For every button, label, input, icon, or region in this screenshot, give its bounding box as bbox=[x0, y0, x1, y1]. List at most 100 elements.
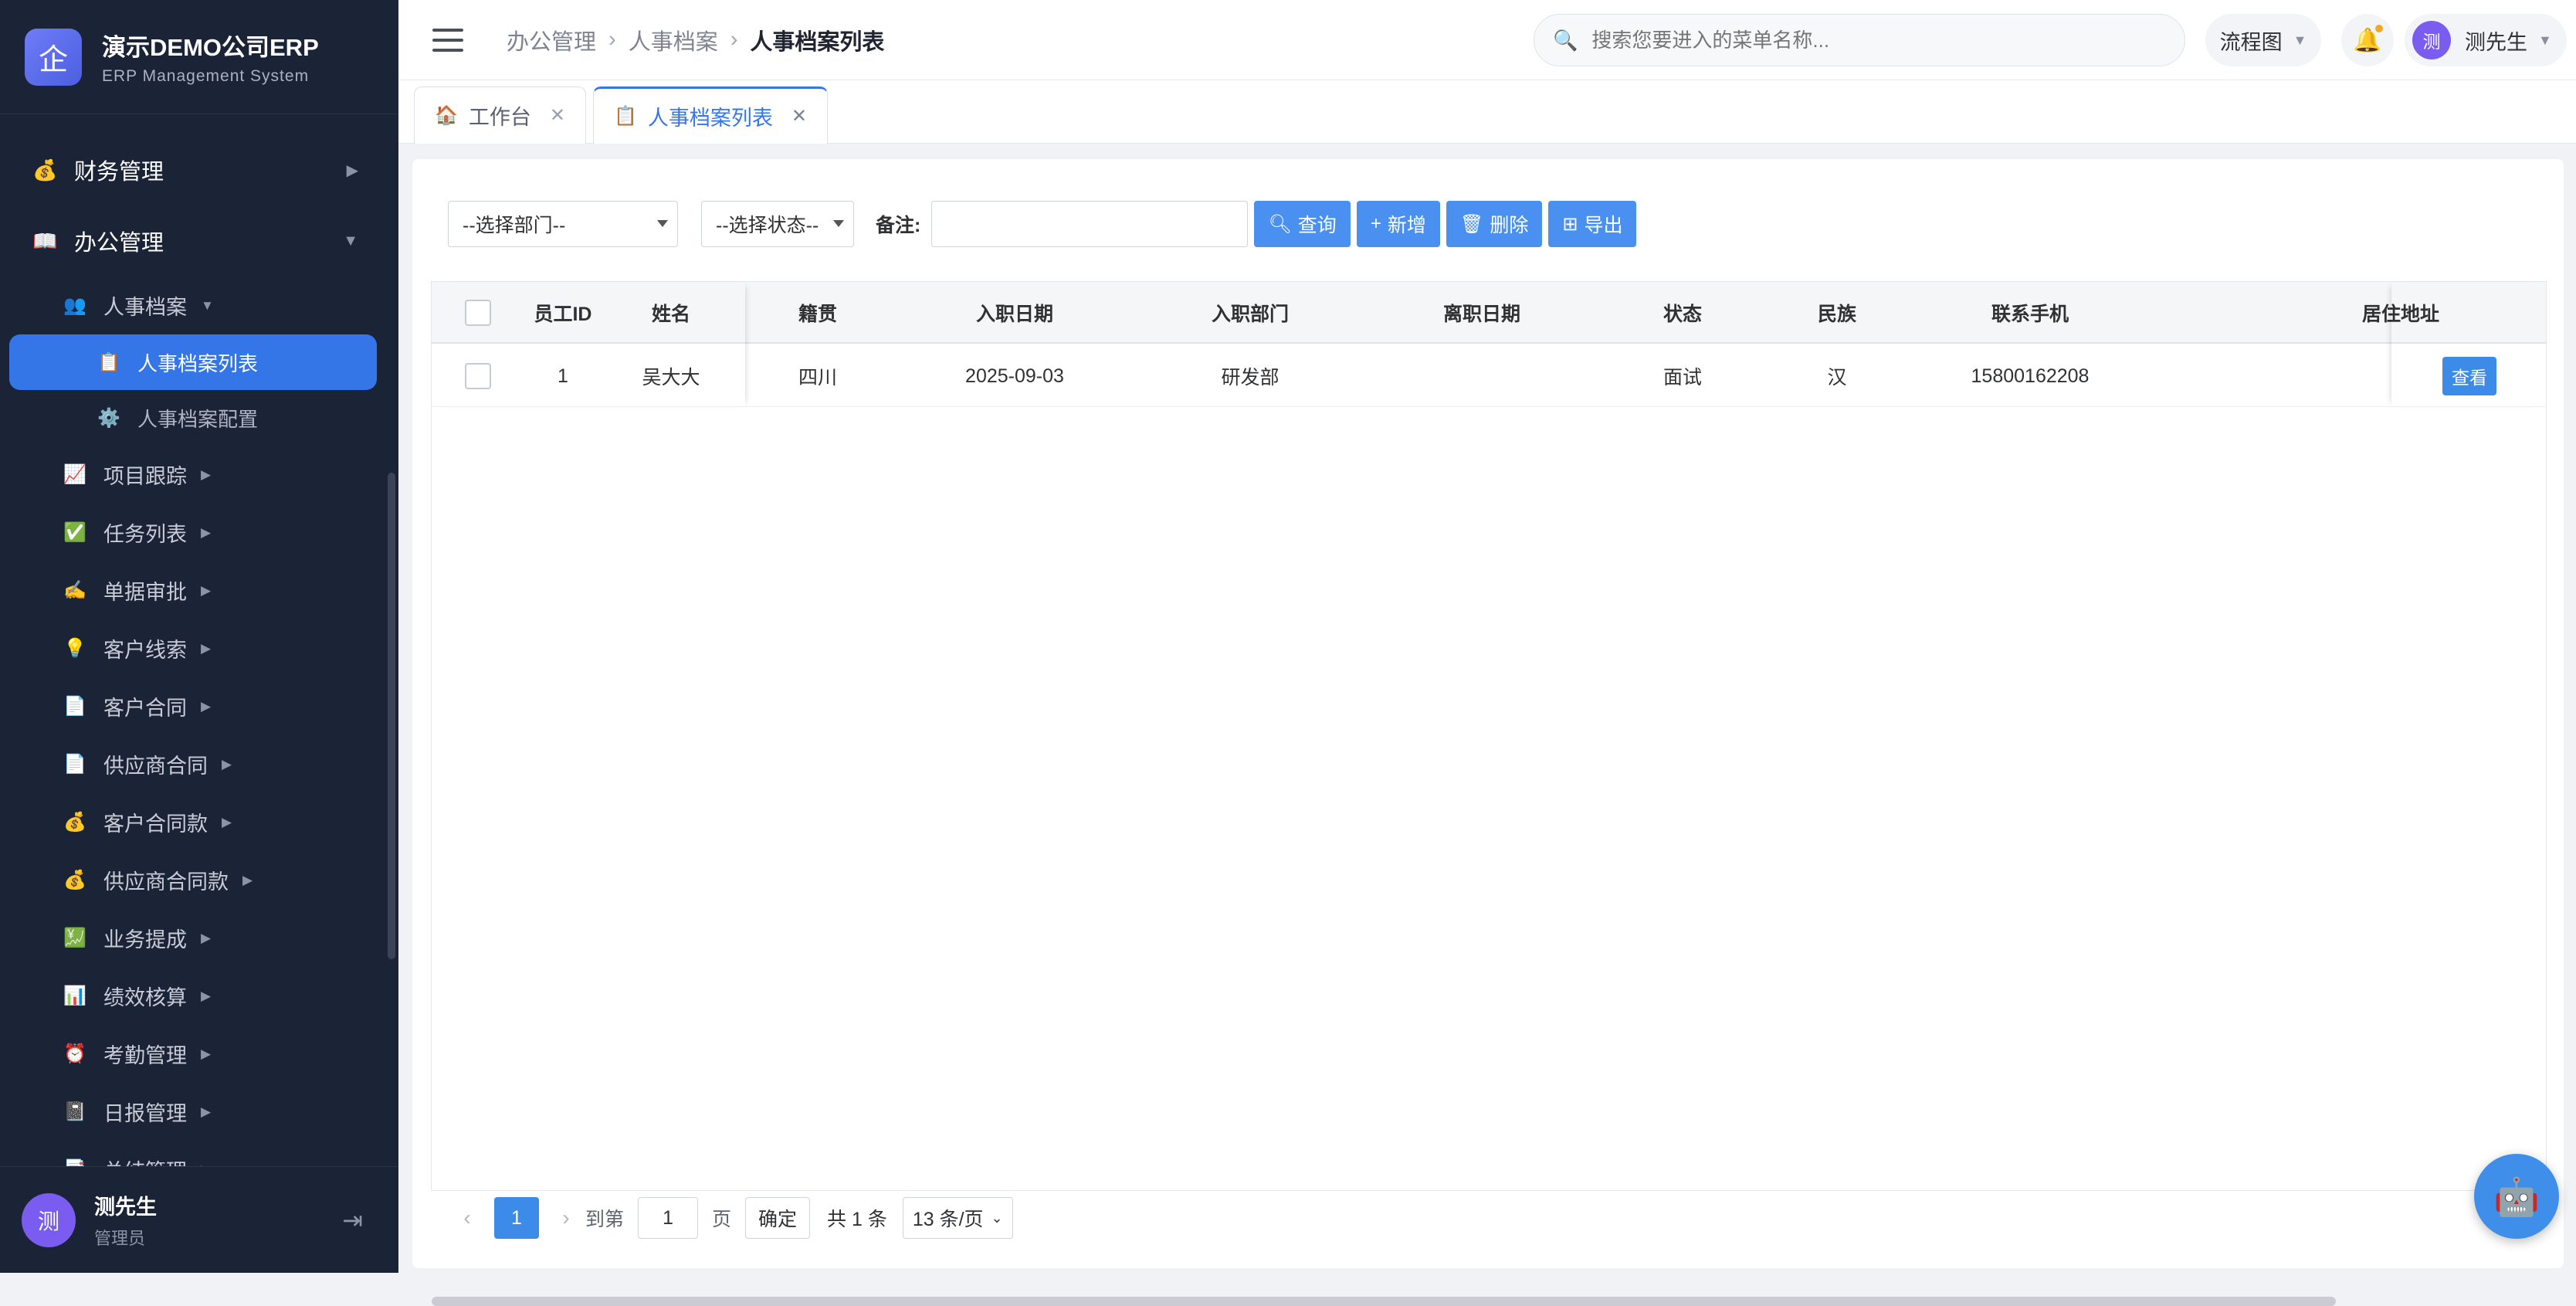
book-icon: 📖 bbox=[32, 229, 58, 253]
sidebar-item-daily-report[interactable]: 📓 日报管理 ▶ bbox=[0, 1083, 398, 1141]
sidebar-item-hr-config[interactable]: ⚙️ 人事档案配置 bbox=[0, 390, 398, 446]
logout-icon[interactable]: ⇥ bbox=[342, 1206, 363, 1235]
table-horizontal-scrollbar[interactable] bbox=[432, 1297, 2336, 1306]
user-name: 测先生 bbox=[2465, 30, 2527, 54]
sidebar-group-finance[interactable]: 💰 财务管理 ▶ bbox=[0, 134, 398, 205]
flowchart-dropdown[interactable]: 流程图 ▼ bbox=[2205, 14, 2321, 66]
brand-title: 演示DEMO公司ERP bbox=[102, 34, 319, 61]
avatar: 测 bbox=[2412, 21, 2451, 59]
caret-right-icon: ▶ bbox=[201, 698, 212, 714]
query-button[interactable]: 🔍︎ 查询 bbox=[1254, 201, 1351, 247]
caret-right-icon: ▶ bbox=[201, 988, 212, 1003]
flowchart-label: 流程图 bbox=[2219, 30, 2283, 54]
page-unit-label: 页 bbox=[712, 1209, 732, 1230]
page-number[interactable]: 1 bbox=[494, 1197, 539, 1239]
status-select[interactable]: --选择状态-- bbox=[701, 201, 854, 247]
sidebar-item-label: 项目跟踪 bbox=[103, 465, 187, 488]
page-tabs: 🏠 工作台 ✕ 📋 人事档案列表 ✕ bbox=[398, 80, 2576, 144]
menu-search: 🔍 bbox=[1534, 14, 2185, 66]
column-header[interactable]: 离职日期 bbox=[1358, 282, 1605, 344]
column-header[interactable]: 入职部门 bbox=[1142, 282, 1358, 344]
next-page-icon[interactable]: › bbox=[547, 1206, 585, 1230]
export-button[interactable]: ⊞ 导出 bbox=[1548, 201, 1637, 247]
menu-toggle-icon[interactable] bbox=[432, 28, 463, 52]
sidebar-item-approval[interactable]: ✍️ 单据审批 ▶ bbox=[0, 561, 398, 619]
sidebar-item-performance[interactable]: 📊 绩效核算 ▶ bbox=[0, 967, 398, 1025]
avatar[interactable]: 测 bbox=[22, 1192, 76, 1247]
sidebar-item-supplier-contract[interactable]: 📄 供应商合同 ▶ bbox=[0, 735, 398, 793]
sidebar-group-label: 办公管理 bbox=[74, 231, 164, 256]
dropdown-arrow-icon bbox=[657, 220, 668, 227]
sidebar-item-label: 绩效核算 bbox=[103, 986, 187, 1009]
cell-ethnicity: 汉 bbox=[1827, 367, 1847, 388]
breadcrumb-item[interactable]: 人事档案 bbox=[629, 24, 718, 56]
user-menu[interactable]: 测 测先生 ▼ bbox=[2405, 14, 2567, 66]
caret-right-icon: ▶ bbox=[201, 640, 212, 656]
bar-chart-icon: 📊 bbox=[63, 985, 86, 1006]
clipboard-icon: 📋 bbox=[614, 106, 637, 127]
sidebar-item-supplier-payment[interactable]: 💰 供应商合同款 ▶ bbox=[0, 851, 398, 909]
sidebar-item-label: 人事档案配置 bbox=[137, 407, 259, 431]
chevron-down-icon: ⌄ bbox=[991, 1209, 1003, 1226]
caret-right-icon: ▶ bbox=[242, 872, 253, 887]
tab-hr-list[interactable]: 📋 人事档案列表 ✕ bbox=[593, 87, 828, 144]
sidebar-item-leads[interactable]: 💡 客户线索 ▶ bbox=[0, 619, 398, 677]
close-icon[interactable]: ✕ bbox=[791, 105, 807, 127]
user-role: 管理员 bbox=[94, 1229, 146, 1248]
goto-page-input[interactable]: 1 bbox=[638, 1197, 699, 1239]
breadcrumb-item[interactable]: 办公管理 bbox=[507, 24, 596, 56]
chart-up-icon: 📈 bbox=[63, 464, 86, 485]
check-icon: ✅ bbox=[63, 522, 86, 543]
sidebar-item-task-list[interactable]: ✅ 任务列表 ▶ bbox=[0, 504, 398, 561]
add-button[interactable]: + 新增 bbox=[1356, 201, 1440, 247]
cell-status: 面试 bbox=[1663, 367, 1702, 388]
column-header[interactable]: 籍贯 bbox=[748, 282, 887, 344]
table-header: 员工ID 姓名 籍贯 入职日期 入职部门 离职日期 状态 民族 联系手机 居住地… bbox=[432, 282, 2546, 344]
assistant-robot-button[interactable]: 🤖 bbox=[2474, 1154, 2559, 1239]
tab-workbench[interactable]: 🏠 工作台 ✕ bbox=[414, 87, 586, 144]
sidebar-item-commission[interactable]: 💹 业务提成 ▶ bbox=[0, 909, 398, 967]
close-icon[interactable]: ✕ bbox=[550, 104, 565, 127]
sidebar-item-attendance[interactable]: ⏰ 考勤管理 ▶ bbox=[0, 1025, 398, 1083]
prev-page-icon[interactable]: ‹ bbox=[448, 1206, 486, 1230]
remark-input[interactable] bbox=[931, 201, 1249, 247]
sidebar-item-label: 日报管理 bbox=[103, 1102, 187, 1125]
search-icon: 🔍︎ bbox=[1268, 213, 1292, 235]
filter-bar: --选择部门-- --选择状态-- 备注: 🔍︎ 查询 + 新增 🗑︎ 删除 ⊞ 导出 bbox=[448, 199, 1637, 249]
sidebar-item-label: 供应商合同款 bbox=[103, 870, 229, 894]
page-size-select[interactable]: 13 条/页 ⌄ bbox=[902, 1197, 1013, 1239]
sidebar-group-office[interactable]: 📖 办公管理 ▼ bbox=[0, 205, 398, 276]
sidebar-scrollbar[interactable] bbox=[388, 473, 395, 959]
search-input[interactable] bbox=[1590, 27, 2178, 53]
department-select[interactable]: --选择部门-- bbox=[448, 201, 678, 247]
sidebar-item-hr-list[interactable]: 📋 人事档案列表 bbox=[9, 334, 377, 390]
caret-right-icon: ▶ bbox=[201, 930, 212, 945]
column-header[interactable]: 状态 bbox=[1605, 282, 1760, 344]
sidebar-user: 测 测先生 管理员 ⇥ bbox=[0, 1166, 398, 1273]
cell-phone: 15800162208 bbox=[1971, 365, 2090, 387]
notification-button[interactable]: 🔔 bbox=[2341, 14, 2394, 66]
column-header[interactable]: 民族 bbox=[1760, 282, 1914, 344]
delete-button[interactable]: 🗑︎ 删除 bbox=[1446, 201, 1543, 247]
goto-confirm-button[interactable]: 确定 bbox=[745, 1197, 811, 1239]
sidebar-item-customer-payment[interactable]: 💰 客户合同款 ▶ bbox=[0, 793, 398, 851]
sidebar-item-label: 客户线索 bbox=[103, 639, 187, 662]
alarm-clock-icon: ⏰ bbox=[63, 1043, 86, 1064]
table-row[interactable]: 1 吴大大 四川 2025-09-03 研发部 面试 汉 15800162208… bbox=[432, 345, 2546, 407]
sidebar-item-project-tracking[interactable]: 📈 项目跟踪 ▶ bbox=[0, 446, 398, 504]
money-bag-icon: 💰 bbox=[63, 870, 86, 890]
sidebar-item-label: 考勤管理 bbox=[103, 1044, 187, 1067]
sidebar-item-label: 单据审批 bbox=[103, 581, 187, 604]
sidebar-item-label: 供应商合同 bbox=[103, 755, 208, 778]
sidebar-item-customer-contract[interactable]: 📄 客户合同 ▶ bbox=[0, 677, 398, 735]
goto-label: 到第 bbox=[585, 1209, 625, 1230]
breadcrumb-current: 人事档案列表 bbox=[750, 29, 885, 55]
fixed-right-shadow bbox=[2391, 282, 2546, 407]
column-header[interactable]: 联系手机 bbox=[1914, 282, 2146, 344]
brand: 企 演示DEMO公司ERP ERP Management System bbox=[0, 0, 398, 114]
sidebar-item-hr[interactable]: 👥 人事档案 ▼ bbox=[0, 276, 398, 334]
sidebar-group-label: 财务管理 bbox=[74, 160, 164, 185]
button-label: 新增 bbox=[1387, 215, 1426, 236]
export-icon: ⊞ bbox=[1562, 213, 1578, 235]
column-header[interactable]: 入职日期 bbox=[887, 282, 1142, 344]
